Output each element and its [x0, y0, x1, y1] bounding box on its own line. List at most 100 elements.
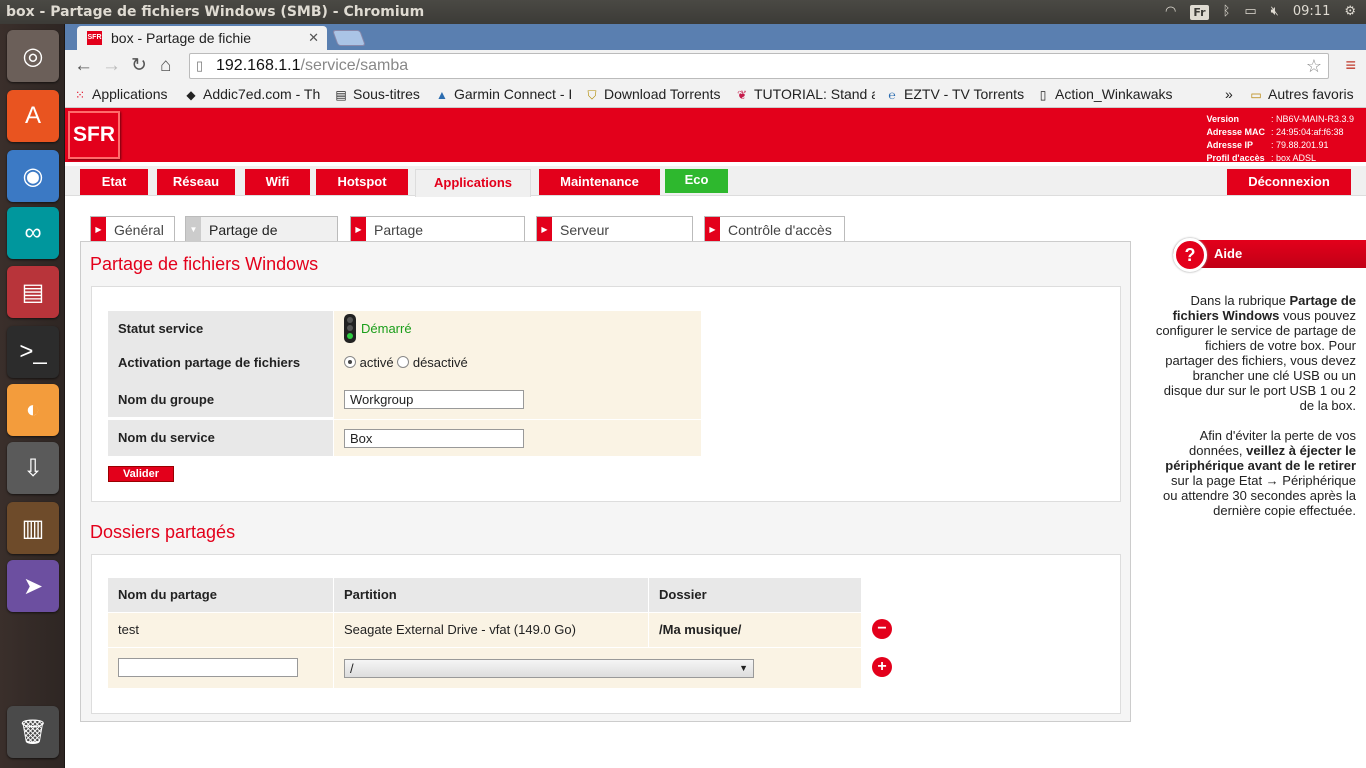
url-path: /service/samba [300, 57, 409, 74]
remove-share-button[interactable]: − [872, 619, 892, 639]
trash-icon[interactable]: 🗑︎ [7, 706, 59, 758]
bookmark-tutorial[interactable]: ❦ TUTORIAL: Stand a [735, 82, 875, 107]
activation-row: Activation partage de fichiers activé dé… [108, 345, 701, 381]
clock[interactable]: 09:11 [1293, 0, 1330, 24]
subtab-controle-acces[interactable]: ▶ Contrôle d'accès [704, 216, 845, 242]
nav-hotspot[interactable]: Hotspot [316, 169, 408, 195]
new-share-name-cell [108, 648, 333, 688]
shield-icon: ⛉ [587, 88, 597, 102]
bookmark-sous-titres[interactable]: ▤ Sous-titres [334, 82, 426, 107]
subtab-partage-imprimantes[interactable]: ▶Partage d'imprimantes [350, 216, 525, 264]
bookmark-download-torrents[interactable]: ⛉ Download Torrents [585, 82, 725, 107]
gear-icon[interactable]: ⚙ [1344, 0, 1356, 24]
service-row: Nom du service Box [108, 420, 701, 456]
bookmark-action-winkawaks[interactable]: ▯ Action_Winkawaks [1036, 82, 1176, 107]
nav-eco[interactable]: Eco [665, 169, 728, 193]
help-question-icon: ? [1173, 238, 1207, 272]
battery-icon[interactable]: ▭ [1244, 0, 1256, 24]
new-tab-button[interactable] [332, 30, 366, 46]
status-value: Démarré [361, 321, 412, 336]
share-partition-cell: Seagate External Drive - vfat (149.0 Go) [334, 613, 648, 647]
add-share-button[interactable]: + [872, 657, 892, 677]
radio-active[interactable] [344, 356, 356, 368]
keyboard-layout-indicator[interactable]: Fr [1190, 4, 1209, 20]
wifi-icon[interactable]: ◠ [1165, 0, 1176, 24]
service-name-input[interactable]: Box [344, 429, 524, 448]
subtab-serveur-multimedia[interactable]: ▶Serveur multimédia [536, 216, 693, 264]
logout-button[interactable]: Déconnexion [1227, 169, 1351, 195]
bookmark-autres-favoris[interactable]: ▭ Autres favoris [1249, 82, 1366, 107]
software-center-icon[interactable]: A [7, 90, 59, 142]
eztv-icon: ℮ [888, 88, 896, 102]
tab-strip: SFR box - Partage de fichie ✕ [65, 24, 1366, 50]
forward-icon[interactable]: → [102, 55, 121, 77]
page-icon: ▯ [196, 58, 204, 73]
bluetooth-icon[interactable]: ᛒ [1223, 0, 1231, 24]
sfr-logo[interactable]: SFR [68, 111, 120, 159]
volume-muted-icon[interactable]: 🔇︎ [1271, 0, 1279, 24]
screenshot-tool-icon[interactable]: ➤ [7, 560, 59, 612]
new-share-name-input[interactable] [118, 658, 298, 677]
browser-toolbar: ← → ↻ ⌂ ▯ 192.168.1.1/service/samba ☆ ≡ [65, 50, 1366, 82]
radio-inactive[interactable] [397, 356, 410, 368]
browser-tab-title: box - Partage de fichie [111, 30, 252, 46]
bookmarks-bar: ⁙ Applications ◆ Addic7ed.com - Th ▤ Sous-t… [65, 82, 1366, 108]
window-title: box - Partage de fichiers Windows (SMB) … [6, 4, 425, 20]
new-share-folder-select[interactable]: / ▼ [344, 659, 754, 678]
dropdown-arrow-icon: ▼ [739, 663, 748, 673]
nav-etat[interactable]: Etat [80, 169, 148, 195]
back-icon[interactable]: ← [74, 55, 93, 77]
folder-icon: ▭ [1250, 88, 1262, 102]
unity-launcher: ◎ A ◉ ∞ ▤ >_ ◐ ⇩ ▥ ➤ 🗑︎ [0, 24, 65, 768]
files-icon[interactable]: ▤ [7, 266, 59, 318]
system-tray: ◠ Fr ᛒ ▭ 🔇︎ 09:11 ⚙ [1165, 0, 1356, 24]
page-content: SFR Version: NB6V-MAIN-R3.3.9 Adresse MA… [65, 108, 1366, 768]
arduino-icon[interactable]: ∞ [7, 207, 59, 259]
subtab-partage-fichiers[interactable]: ▼Partage de fichiers [185, 216, 338, 264]
col-header-folder: Dossier [649, 578, 861, 612]
ubuntu-dash-icon[interactable]: ◎ [7, 30, 59, 82]
clementine-icon[interactable]: ◐ [7, 384, 59, 436]
bookmarks-overflow-button[interactable]: » [1225, 82, 1237, 106]
share-folder-cell: /Ma musique/ [649, 613, 861, 647]
page-icon: ▯ [1039, 88, 1047, 102]
arrow-right-icon: ▶ [351, 217, 366, 242]
arrow-right-icon: ▶ [705, 217, 720, 242]
home-icon[interactable]: ⌂ [160, 55, 171, 77]
bookmark-applications[interactable]: ⁙ Applications [73, 82, 177, 107]
help-title: Aide [1214, 246, 1243, 261]
help-paragraph-2: Afin d'éviter la perte de vos données, v… [1163, 428, 1356, 518]
content-panel: Partage de fichiers Windows Statut servi… [80, 241, 1131, 722]
url-host: 192.168.1.1 [216, 57, 301, 74]
valider-button[interactable]: Valider [108, 466, 174, 482]
nav-applications[interactable]: Applications [415, 169, 531, 197]
smb-section-title: Partage de fichiers Windows [90, 254, 319, 274]
subtab-general[interactable]: ▶ Général [90, 216, 175, 242]
group-row: Nom du groupe Workgroup [108, 381, 701, 419]
terminal-icon[interactable]: >_ [7, 326, 59, 378]
address-bar[interactable]: ▯ 192.168.1.1/service/samba ☆ [189, 53, 1329, 79]
garmin-icon: ▲ [436, 88, 448, 102]
reload-icon[interactable]: ↻ [131, 55, 147, 77]
group-name-input[interactable]: Workgroup [344, 390, 524, 409]
browser-tab[interactable]: SFR box - Partage de fichie ✕ [77, 26, 327, 50]
nav-wifi[interactable]: Wifi [245, 169, 310, 195]
bookmark-addic7ed[interactable]: ◆ Addic7ed.com - Th [184, 82, 322, 107]
bookmark-eztv[interactable]: ℮ EZTV - TV Torrents [885, 82, 1025, 107]
col-header-partition: Partition [334, 578, 648, 612]
addic7ed-icon: ◆ [186, 88, 196, 102]
bookmark-garmin[interactable]: ▲ Garmin Connect - I [435, 82, 576, 107]
browser-menu-icon[interactable]: ≡ [1345, 55, 1356, 76]
document-icon: ▤ [335, 88, 347, 102]
chromium-icon[interactable]: ◉ [7, 150, 59, 202]
status-row: Statut service Démarré [108, 311, 701, 347]
bookmark-star-icon[interactable]: ☆ [1306, 54, 1322, 78]
apps-grid-icon: ⁙ [74, 88, 86, 102]
box-info: Version: NB6V-MAIN-R3.3.9 Adresse MAC: 2… [1206, 114, 1354, 163]
download-manager-icon[interactable]: ⇩ [7, 442, 59, 494]
nav-reseau[interactable]: Réseau [157, 169, 235, 195]
help-paragraph-1: Dans la rubrique Partage de fichiers Win… [1155, 293, 1356, 413]
nav-maintenance[interactable]: Maintenance [539, 169, 660, 195]
library-icon[interactable]: ▥ [7, 502, 59, 554]
close-tab-icon[interactable]: ✕ [308, 26, 319, 50]
